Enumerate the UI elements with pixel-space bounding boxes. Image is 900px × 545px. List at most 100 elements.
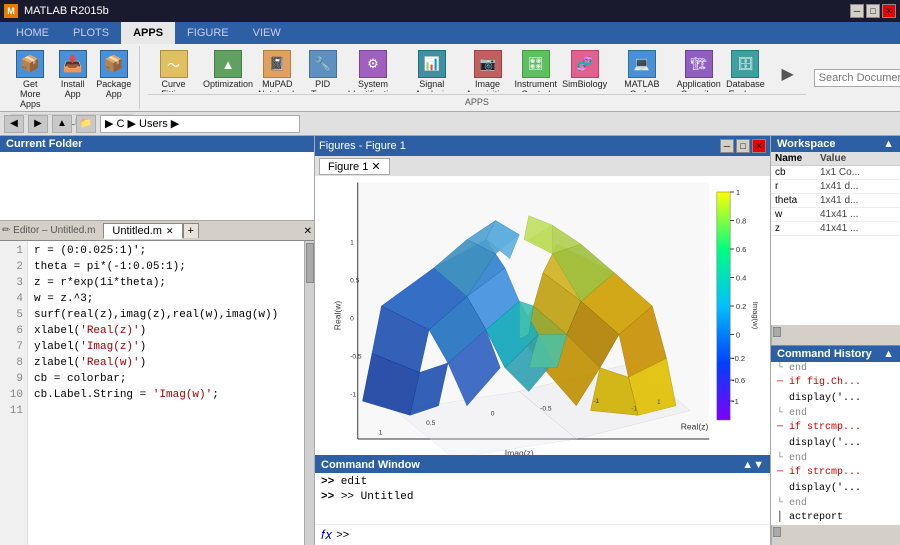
hist-end-3: └ end xyxy=(771,452,900,465)
search-input[interactable] xyxy=(814,69,900,87)
figure-tab-1[interactable]: Figure 1 ✕ xyxy=(319,158,390,175)
command-history-panel: Command History ▲ └ end ─ if fig.Ch... d… xyxy=(771,345,900,545)
ribbon-apps-items: 〜 Curve Fitting ▲ Optimization 📓 MuPADNo… xyxy=(148,48,806,92)
mupad-notebook-button[interactable]: 📓 MuPADNotebook xyxy=(257,48,297,92)
main-area: Current Folder ✏ Editor – Untitled.m Unt… xyxy=(0,136,900,545)
workspace-row-r[interactable]: r 1x41 d... xyxy=(771,180,900,194)
workspace-row-cb[interactable]: cb 1x1 Co... xyxy=(771,166,900,180)
workspace-table: Name Value cb 1x1 Co... r 1x41 d... thet… xyxy=(771,152,900,325)
svg-text:0.2: 0.2 xyxy=(735,302,746,311)
title-text: MATLAB R2015b xyxy=(24,5,109,17)
editor-tab-untitled[interactable]: Untitled.m ✕ xyxy=(103,223,182,239)
svg-text:1: 1 xyxy=(378,429,382,436)
editor-scrollbar[interactable] xyxy=(304,241,314,545)
hist-line-disp1[interactable]: display('... xyxy=(771,391,900,407)
svg-text:1: 1 xyxy=(735,188,739,197)
figure-close[interactable]: ✕ xyxy=(752,139,766,153)
ribbon-group-apps: 〜 Curve Fitting ▲ Optimization 📓 MuPADNo… xyxy=(142,46,812,109)
app-icon: M xyxy=(4,4,18,18)
image-acquisition-button[interactable]: 📷 ImageAcquisition xyxy=(465,48,510,92)
window-controls: ─ □ ✕ xyxy=(850,4,896,18)
hist-end: └ end xyxy=(771,362,900,375)
workspace-row-w[interactable]: w 41x41 ... xyxy=(771,208,900,222)
up-button[interactable]: ▲ xyxy=(52,115,72,133)
system-identification-button[interactable]: ⚙ SystemIdentification xyxy=(348,48,399,92)
workspace-row-theta[interactable]: theta 1x41 d... xyxy=(771,194,900,208)
editor-content: 12345 67891011 r = (0:0.025:1)'; theta =… xyxy=(0,241,314,545)
code-line-4: w = z.^3; xyxy=(34,291,298,307)
ribbon-tabs: HOME PLOTS APPS FIGURE VIEW xyxy=(0,22,900,44)
hist-line-strcmp1[interactable]: ─ if strcmp... xyxy=(771,420,900,436)
svg-text:0.8: 0.8 xyxy=(735,216,746,225)
code-line-9: zlabel('Real(w)') xyxy=(34,355,298,371)
code-area[interactable]: r = (0:0.025:1)'; theta = pi*(-1:0.05:1)… xyxy=(28,241,304,545)
command-window: Command Window ▲▼ >> edit >> >> Untitled… xyxy=(315,455,770,545)
optimization-button[interactable]: ▲ Optimization xyxy=(203,48,253,92)
quick-access-bar: ◀ ▶ ▲ 📁 xyxy=(0,112,900,136)
svg-text:1: 1 xyxy=(657,399,661,406)
workspace-row-z[interactable]: z 41x41 ... xyxy=(771,222,900,236)
install-app-button[interactable]: 📥 InstallApp xyxy=(55,48,91,102)
svg-text:-0.5: -0.5 xyxy=(540,406,552,413)
code-line-10: cb = colorbar; xyxy=(34,371,298,387)
command-input-line: 𝑓𝑥 >> xyxy=(315,524,770,545)
command-input[interactable] xyxy=(353,529,764,541)
svg-text:-1: -1 xyxy=(593,398,599,405)
command-content: >> edit >> >> Untitled xyxy=(315,473,770,524)
history-scrollbar[interactable] xyxy=(771,525,781,545)
svg-text:0: 0 xyxy=(350,315,354,322)
svg-text:-0.2: -0.2 xyxy=(732,354,745,363)
close-editor-button[interactable]: ✕ xyxy=(304,225,312,237)
tab-view[interactable]: VIEW xyxy=(241,22,293,44)
figure-minimize[interactable]: ─ xyxy=(720,139,734,153)
close-button[interactable]: ✕ xyxy=(882,4,896,18)
line-numbers: 12345 67891011 xyxy=(0,241,28,545)
history-content: └ end ─ if fig.Ch... display('... └ end … xyxy=(771,362,900,525)
database-explorer-button[interactable]: 🗄 DatabaseExplorer xyxy=(725,48,765,92)
svg-text:0: 0 xyxy=(490,410,494,417)
svg-text:Real(z): Real(z) xyxy=(680,422,708,432)
tab-home[interactable]: HOME xyxy=(4,22,61,44)
tab-figure[interactable]: FIGURE xyxy=(175,22,241,44)
workspace-scrollbar[interactable] xyxy=(771,325,781,345)
svg-text:0: 0 xyxy=(735,330,739,339)
forward-button[interactable]: ▶ xyxy=(28,115,48,133)
title-bar: M MATLAB R2015b ─ □ ✕ xyxy=(0,0,900,22)
maximize-button[interactable]: □ xyxy=(866,4,880,18)
figure-window-controls: ─ □ ✕ xyxy=(720,139,766,153)
svg-text:Real(w): Real(w) xyxy=(332,301,342,331)
svg-text:-1: -1 xyxy=(732,397,739,406)
plot-area: 1 0.8 0.6 0.4 0.2 0 -0.2 -0.6 -1 Imag(w) xyxy=(315,176,770,455)
simbiology-button[interactable]: 🧬 SimBiology xyxy=(562,48,608,92)
application-compiler-button[interactable]: 🏗 ApplicationCompiler xyxy=(676,48,721,92)
code-line-6: surf(real(z),imag(z),real(w),imag(w)) xyxy=(34,307,298,323)
hist-line-strcmp2[interactable]: ─ if strcmp... xyxy=(771,465,900,481)
tab-plots[interactable]: PLOTS xyxy=(61,22,121,44)
tab-close-icon[interactable]: ✕ xyxy=(166,226,174,237)
svg-text:0.6: 0.6 xyxy=(735,245,746,254)
hist-actreport[interactable]: │ actreport xyxy=(771,510,900,525)
editor-tab-new[interactable]: + xyxy=(183,223,199,238)
workspace-header: Workspace ▲ xyxy=(771,136,900,152)
cmd-prompt-symbol: >> xyxy=(336,529,349,541)
back-button[interactable]: ◀ xyxy=(4,115,24,133)
signal-analysis-button[interactable]: 📊 Signal Analysis xyxy=(402,48,461,92)
workspace-controls: ▲ xyxy=(883,138,894,150)
more-apps-button[interactable]: ▶ xyxy=(770,48,806,86)
browse-button[interactable]: 📁 xyxy=(76,115,96,133)
hist-line-if1[interactable]: ─ if fig.Ch... xyxy=(771,375,900,391)
tab-apps[interactable]: APPS xyxy=(121,22,175,44)
get-more-apps-button[interactable]: 📦 Get MoreApps xyxy=(10,48,51,112)
package-app-button[interactable]: 📦 PackageApp xyxy=(95,48,133,102)
pid-tuner-button[interactable]: 🔧 PID Tuner xyxy=(302,48,344,92)
hist-end-4: └ end xyxy=(771,497,900,510)
figure-maximize[interactable]: □ xyxy=(736,139,750,153)
curve-fitting-button[interactable]: 〜 Curve Fitting xyxy=(148,48,199,92)
hist-line-disp3[interactable]: display('... xyxy=(771,481,900,497)
matlab-coder-button[interactable]: 💻 MATLAB Coder xyxy=(612,48,673,92)
instrument-control-button[interactable]: 🎛 InstrumentControl xyxy=(514,48,558,92)
minimize-button[interactable]: ─ xyxy=(850,4,864,18)
address-bar[interactable] xyxy=(100,115,300,133)
hist-line-disp2[interactable]: display('... xyxy=(771,436,900,452)
code-line-2: theta = pi*(-1:0.05:1); xyxy=(34,259,298,275)
